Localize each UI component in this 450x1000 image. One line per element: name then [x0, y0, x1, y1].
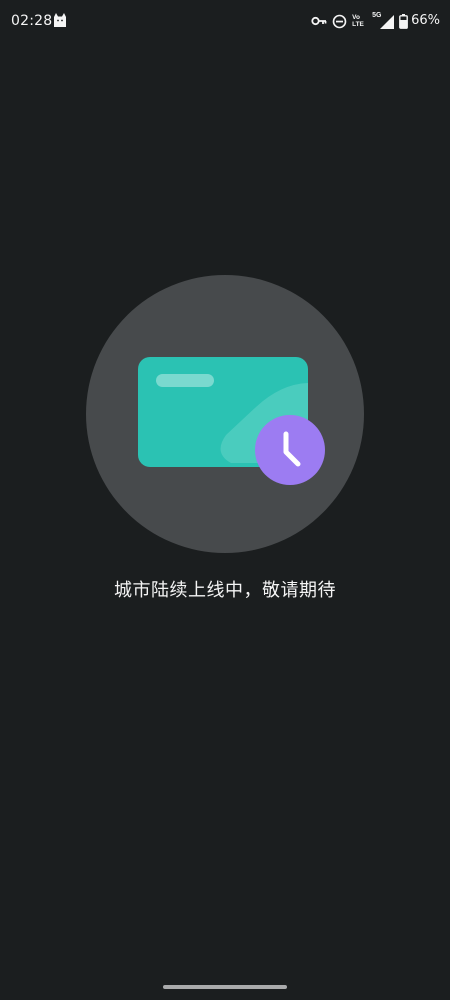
volte-top-text: Vo — [352, 14, 360, 21]
status-bar: 02:28 Vo LTE 5G 66% — [0, 0, 450, 42]
clock-icon — [255, 415, 325, 485]
volte-icon: Vo LTE — [352, 14, 367, 28]
gesture-navigation-bar[interactable] — [163, 985, 287, 989]
cat-icon — [54, 13, 66, 27]
status-time: 02:28 — [11, 13, 53, 29]
coming-soon-illustration — [86, 275, 364, 553]
coming-soon-message: 城市陆续上线中，敬请期待 — [114, 580, 336, 601]
vpn-key-icon — [311, 16, 327, 26]
battery-icon — [399, 13, 408, 29]
5g-signal-icon: 5G — [372, 12, 395, 30]
battery-percent: 66% — [411, 13, 440, 28]
status-icons: Vo LTE 5G 66% — [306, 11, 440, 31]
screen: 02:28 Vo LTE 5G 66% 城市陆续上线中，敬请期待 — [0, 0, 450, 1000]
volte-bottom-text: LTE — [352, 21, 364, 28]
do-not-disturb-icon — [332, 14, 347, 28]
signal-strength-icon — [380, 15, 395, 29]
